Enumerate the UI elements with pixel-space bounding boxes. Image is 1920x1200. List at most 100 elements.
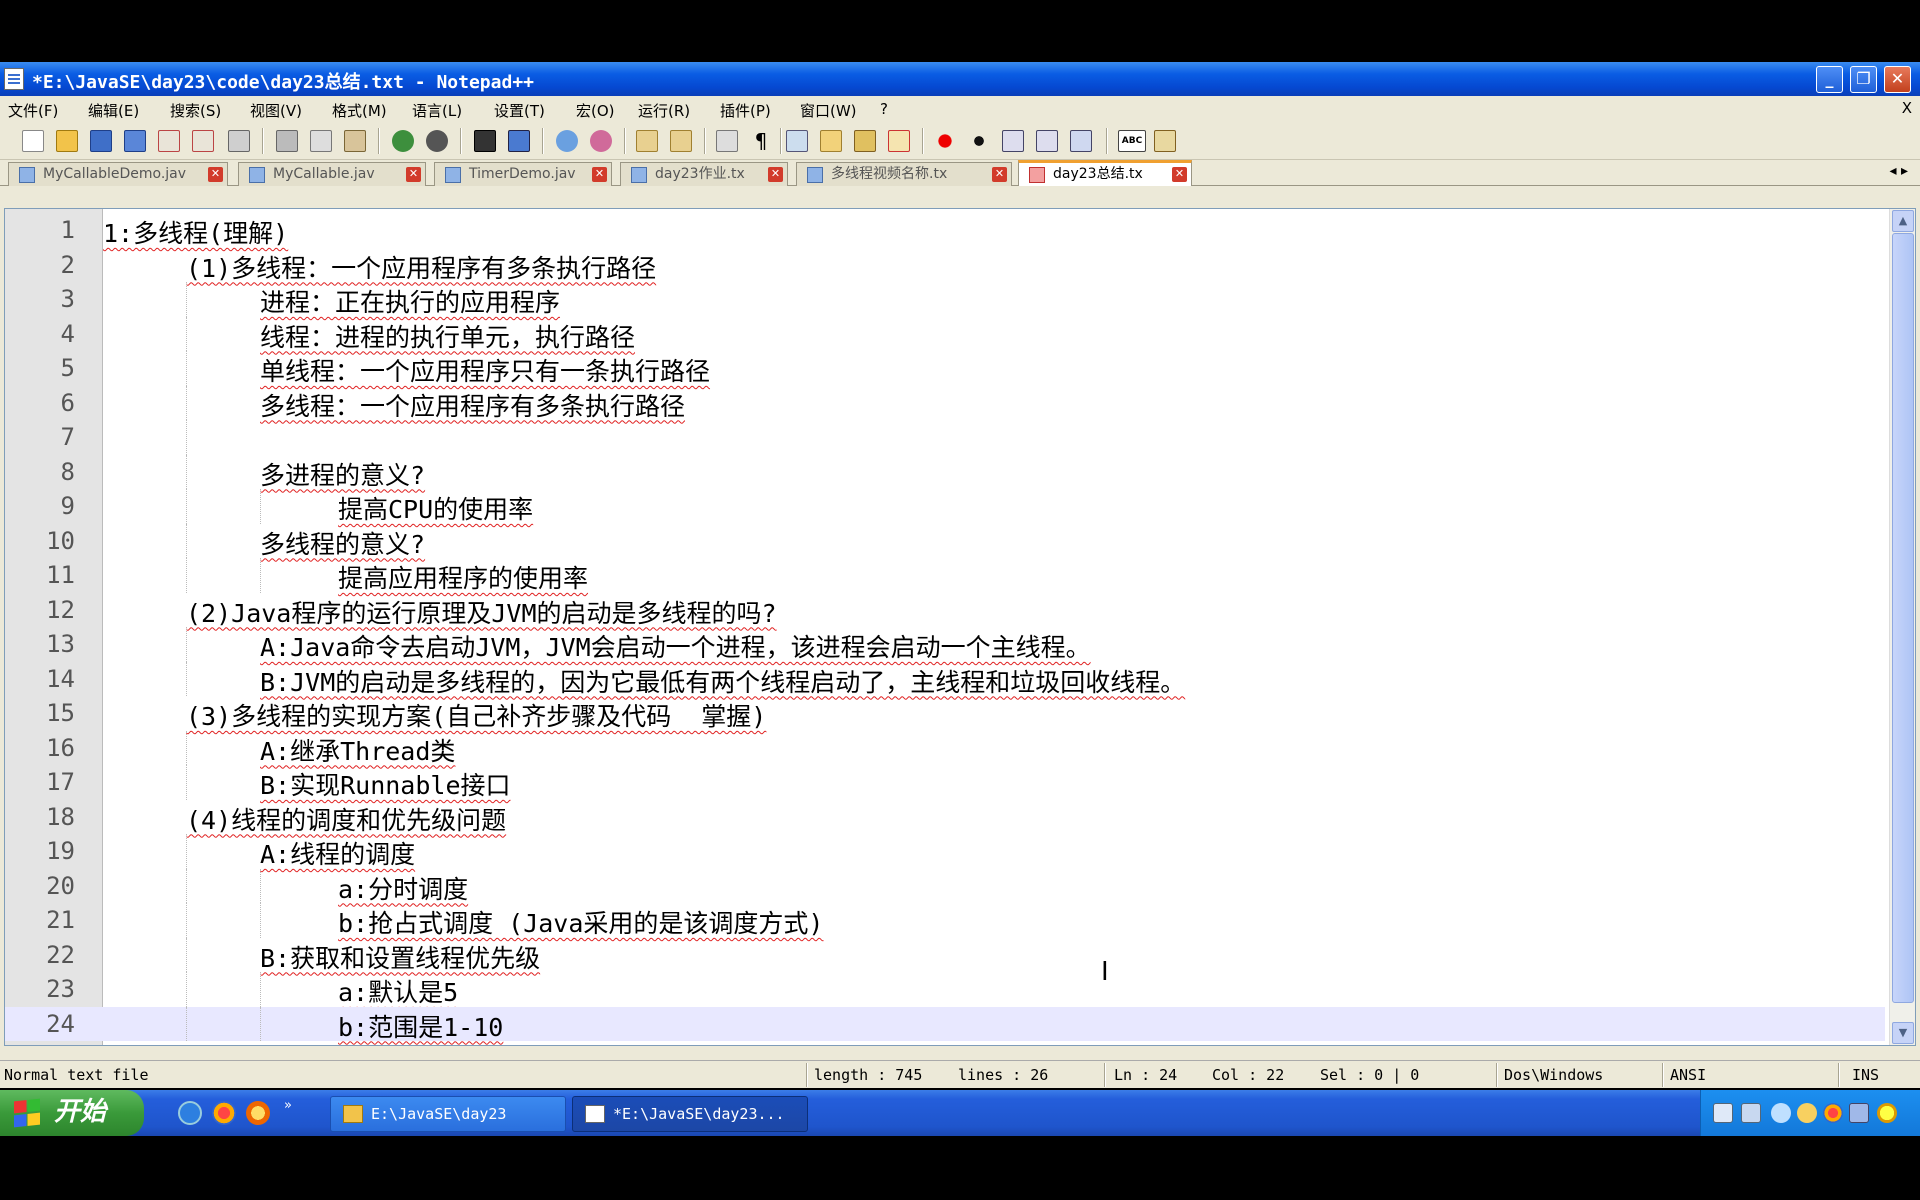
editor-line[interactable]: 10 多线程的意义? xyxy=(5,523,1885,559)
editor-line[interactable]: 20 a:分时调度 xyxy=(5,868,1885,904)
editor-line[interactable]: 2 (1)多线程：一个应用程序有多条执行路径 xyxy=(5,248,1885,283)
vertical-scrollbar[interactable]: ▲ ▼ xyxy=(1889,209,1915,1045)
tab-close-icon[interactable]: ✕ xyxy=(208,167,223,182)
title-bar[interactable]: *E:\JavaSE\day23\code\day23总结.txt - Note… xyxy=(0,62,1920,96)
scroll-down-arrow[interactable]: ▼ xyxy=(1892,1022,1914,1044)
tab-multithread-video-names[interactable]: 多线程视频名称.tx ✕ xyxy=(796,162,1012,186)
plugin-tool-icon[interactable] xyxy=(1154,130,1176,152)
menu-format[interactable]: 格式(M) xyxy=(332,100,387,121)
print-icon[interactable] xyxy=(228,130,250,152)
menu-settings[interactable]: 设置(T) xyxy=(494,100,545,121)
menu-help[interactable]: ? xyxy=(880,100,888,118)
editor-line[interactable]: 8 多进程的意义? xyxy=(5,454,1885,490)
tab-close-icon[interactable]: ✕ xyxy=(768,167,783,182)
menu-window[interactable]: 窗口(W) xyxy=(800,100,857,121)
editor-line[interactable]: 7 xyxy=(5,420,1885,455)
tab-close-icon[interactable]: ✕ xyxy=(592,167,607,182)
scrollbar-thumb[interactable] xyxy=(1892,233,1914,1003)
word-wrap-icon[interactable] xyxy=(716,130,738,152)
stop-macro-icon[interactable] xyxy=(968,130,990,152)
tray-monitor-icon[interactable] xyxy=(1849,1103,1869,1123)
run-macro-multiple-icon[interactable] xyxy=(1036,130,1058,152)
editor-line[interactable]: 3 进程：正在执行的应用程序 xyxy=(5,282,1885,317)
open-file-icon[interactable] xyxy=(56,130,78,152)
tab-mycallable[interactable]: MyCallable.jav ✕ xyxy=(238,162,426,186)
tray-back-arrow-icon[interactable] xyxy=(1771,1103,1791,1123)
text-editor[interactable]: 1 1:多线程(理解) 2 (1)多线程：一个应用程序有多条执行路径 3 进程：正在执行的… xyxy=(4,208,1916,1046)
sync-horizontal-icon[interactable] xyxy=(670,130,692,152)
close-file-icon[interactable] xyxy=(158,130,180,152)
menu-edit[interactable]: 编辑(E) xyxy=(88,100,139,121)
editor-line[interactable]: 4 线程：进程的执行单元，执行路径 xyxy=(5,316,1885,352)
zoom-in-icon[interactable] xyxy=(556,130,578,152)
scroll-up-arrow[interactable]: ▲ xyxy=(1892,210,1914,232)
editor-line[interactable]: 6 多线程：一个应用程序有多条执行路径 xyxy=(5,385,1885,421)
copy-icon[interactable] xyxy=(310,130,332,152)
editor-line[interactable]: 14 B:JVM的启动是多线程的，因为它最低有两个线程启动了，主线程和垃圾回收线程… xyxy=(5,661,1885,697)
save-all-icon[interactable] xyxy=(124,130,146,152)
start-button[interactable]: 开始 xyxy=(0,1090,144,1136)
tab-day23-summary[interactable]: day23总结.tx ✕ xyxy=(1018,160,1192,186)
editor-line[interactable]: 18 (4)线程的调度和优先级问题 xyxy=(5,800,1885,835)
editor-line[interactable]: 11 提高应用程序的使用率 xyxy=(5,558,1885,593)
tray-app-icon[interactable] xyxy=(1797,1103,1817,1123)
save-macro-icon[interactable] xyxy=(1070,130,1092,152)
tab-close-icon[interactable]: ✕ xyxy=(992,167,1007,182)
editor-line[interactable]: 16 A:继承Thread类 xyxy=(5,730,1885,766)
editor-line[interactable]: 5 单线程：一个应用程序只有一条执行路径 xyxy=(5,351,1885,386)
tab-mycallabledemo[interactable]: MyCallableDemo.jav ✕ xyxy=(8,162,228,186)
tray-network-icon[interactable] xyxy=(1713,1103,1733,1123)
maximize-button[interactable]: ❐ xyxy=(1850,66,1877,93)
editor-line[interactable]: 15 (3)多线程的实现方案(自己补齐步骤及代码 掌握) xyxy=(5,696,1885,731)
editor-line[interactable]: 9 提高CPU的使用率 xyxy=(5,489,1885,524)
menu-search[interactable]: 搜索(S) xyxy=(170,100,221,121)
close-all-icon[interactable] xyxy=(192,130,214,152)
tab-scroll-arrows[interactable]: ◂ ▸ xyxy=(1889,163,1908,179)
save-icon[interactable] xyxy=(90,130,112,152)
editor-line[interactable]: 1 1:多线程(理解) xyxy=(5,213,1885,248)
notepad-app-icon[interactable] xyxy=(4,68,24,90)
ie-browser-icon[interactable] xyxy=(178,1101,202,1125)
chrome-browser-icon[interactable] xyxy=(212,1101,236,1125)
editor-line[interactable]: 23 a:默认是5 xyxy=(5,972,1885,1007)
editor-line[interactable]: 22 B:获取和设置线程优先级 xyxy=(5,937,1885,973)
taskbar-notepadpp-window[interactable]: *E:\JavaSE\day23... xyxy=(572,1096,808,1132)
indent-guide-icon[interactable] xyxy=(786,130,808,152)
replace-icon[interactable] xyxy=(508,130,530,152)
redo-icon[interactable] xyxy=(426,130,448,152)
zoom-out-icon[interactable] xyxy=(590,130,612,152)
cut-icon[interactable] xyxy=(276,130,298,152)
editor-line[interactable]: 24 b:范围是1-10 xyxy=(5,1006,1885,1042)
tray-device-icon[interactable] xyxy=(1741,1103,1761,1123)
editor-line[interactable]: 19 A:线程的调度 xyxy=(5,834,1885,869)
tray-chrome-icon[interactable] xyxy=(1823,1103,1843,1123)
show-all-chars-icon[interactable]: ¶ xyxy=(750,130,772,152)
quicklaunch-expand-icon[interactable]: » xyxy=(284,1098,298,1113)
menu-run[interactable]: 运行(R) xyxy=(638,100,690,121)
menu-language[interactable]: 语言(L) xyxy=(412,100,462,121)
play-macro-icon[interactable] xyxy=(1002,130,1024,152)
editor-line[interactable]: 21 b:抢占式调度 (Java采用的是该调度方式) xyxy=(5,903,1885,938)
menu-view[interactable]: 视图(V) xyxy=(250,100,302,121)
tab-day23-homework[interactable]: day23作业.tx ✕ xyxy=(620,162,788,186)
minimize-button[interactable]: _ xyxy=(1816,66,1843,93)
menu-file[interactable]: 文件(F) xyxy=(8,100,58,121)
media-player-icon[interactable] xyxy=(246,1101,270,1125)
menu-plugins[interactable]: 插件(P) xyxy=(720,100,771,121)
close-button[interactable]: ✕ xyxy=(1884,66,1911,93)
user-lang-icon[interactable] xyxy=(820,130,842,152)
tray-update-icon[interactable] xyxy=(1877,1103,1897,1123)
editor-line[interactable]: 17 B:实现Runnable接口 xyxy=(5,765,1885,800)
new-file-icon[interactable] xyxy=(22,130,44,152)
paste-icon[interactable] xyxy=(344,130,366,152)
spellcheck-icon[interactable]: ABC xyxy=(1118,130,1146,152)
editor-line[interactable]: 12 (2)Java程序的运行原理及JVM的启动是多线程的吗? xyxy=(5,593,1885,628)
editor-line[interactable]: 13 A:Java命令去启动JVM，JVM会启动一个进程，该进程会启动一个主线程。 xyxy=(5,627,1885,662)
tab-timerdemo[interactable]: TimerDemo.jav ✕ xyxy=(434,162,612,186)
tab-close-icon[interactable]: ✕ xyxy=(406,167,421,182)
doc-map-icon[interactable] xyxy=(854,130,876,152)
taskbar-explorer-window[interactable]: E:\JavaSE\day23 xyxy=(330,1096,566,1132)
record-macro-icon[interactable] xyxy=(934,130,956,152)
menu-macro[interactable]: 宏(O) xyxy=(576,100,615,121)
undo-icon[interactable] xyxy=(392,130,414,152)
